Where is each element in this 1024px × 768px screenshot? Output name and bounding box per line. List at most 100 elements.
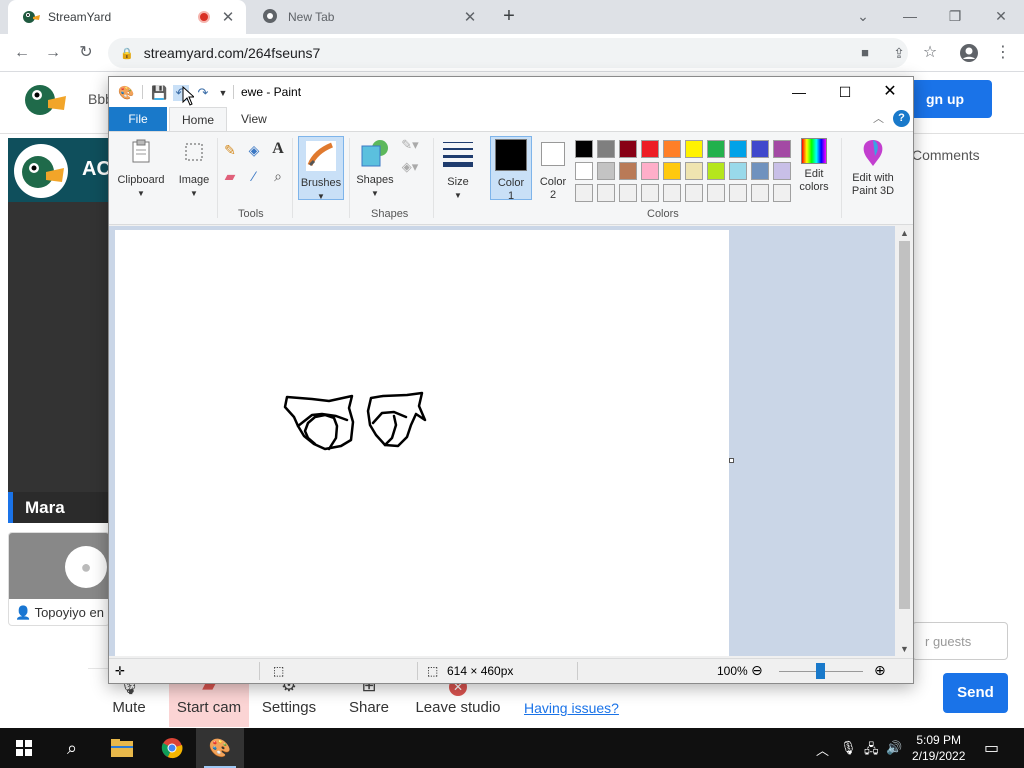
palette-swatch[interactable]	[597, 162, 615, 180]
fill-icon[interactable]: ◈▾	[399, 160, 421, 178]
image-button[interactable]: Image ▼	[173, 136, 215, 206]
windows-start-icon[interactable]	[0, 728, 48, 768]
palette-swatch[interactable]	[773, 140, 791, 158]
tab-comments[interactable]: Comments	[912, 147, 980, 163]
customize-quick-access-icon[interactable]: ▼	[215, 85, 231, 101]
volume-icon[interactable]: 🔊	[886, 740, 902, 756]
edit-with-paint-3d-button[interactable]: Edit with Paint 3D	[845, 136, 901, 200]
text-tool-icon[interactable]: A	[269, 141, 287, 162]
pencil-icon[interactable]: ✎	[221, 143, 239, 162]
maximize-icon[interactable]: ☐	[822, 77, 868, 107]
palette-swatch[interactable]	[729, 140, 747, 158]
sign-up-button[interactable]: gn up free	[902, 80, 992, 145]
vertical-scrollbar[interactable]: ▲ ▼	[896, 226, 913, 656]
canvas-resize-handle[interactable]	[729, 458, 734, 463]
menu-kebab-icon[interactable]: ⋮	[990, 40, 1016, 66]
tab-file[interactable]: File	[109, 107, 167, 131]
palette-swatch[interactable]	[641, 140, 659, 158]
zoom-slider-thumb[interactable]	[816, 663, 825, 679]
back-icon[interactable]: ←	[9, 40, 35, 66]
palette-swatch[interactable]	[575, 162, 593, 180]
tab-streamyard[interactable]: StreamYard ✕	[8, 0, 246, 34]
brushes-button[interactable]: Brushes ▼	[298, 136, 344, 201]
network-icon[interactable]: 🖧	[864, 740, 879, 762]
redo-icon[interactable]: ↷	[195, 85, 211, 101]
palette-swatch[interactable]	[751, 140, 769, 158]
paint-taskbar-icon[interactable]: 🎨	[196, 728, 244, 768]
palette-swatch[interactable]	[685, 184, 703, 202]
fill-bucket-icon[interactable]: ◈	[245, 143, 263, 162]
palette-swatch[interactable]	[619, 140, 637, 158]
restore-icon[interactable]: ❐	[940, 4, 970, 28]
palette-swatch[interactable]	[707, 162, 725, 180]
palette-swatch[interactable]	[663, 162, 681, 180]
eraser-icon[interactable]: ▰	[221, 169, 239, 188]
outline-icon[interactable]: ✎▾	[399, 138, 421, 156]
profile-avatar-icon[interactable]	[956, 40, 982, 66]
edit-colors-button[interactable]: Edit colors	[793, 136, 835, 200]
palette-swatch[interactable]	[641, 184, 659, 202]
palette-swatch[interactable]	[663, 184, 681, 202]
zoom-out-icon[interactable]: ⊖	[751, 662, 763, 679]
palette-swatch[interactable]	[597, 184, 615, 202]
plus-icon[interactable]: +	[498, 5, 520, 27]
save-icon[interactable]: 💾	[151, 85, 167, 101]
palette-swatch[interactable]	[707, 140, 725, 158]
chrome-icon[interactable]	[148, 728, 196, 768]
address-bar[interactable]: 🔒 streamyard.com/264fseuns7	[108, 38, 908, 68]
size-button[interactable]: Size ▼	[439, 136, 477, 202]
bookmark-star-icon[interactable]: ☆	[917, 40, 943, 66]
scroll-down-icon[interactable]: ▼	[896, 642, 913, 656]
palette-swatch[interactable]	[575, 140, 593, 158]
palette-swatch[interactable]	[773, 184, 791, 202]
tab-view[interactable]: View	[229, 107, 279, 131]
scroll-up-icon[interactable]: ▲	[896, 226, 913, 240]
palette-swatch[interactable]	[773, 162, 791, 180]
help-icon[interactable]: ?	[893, 110, 910, 127]
send-button[interactable]: Send	[943, 673, 1008, 713]
palette-swatch[interactable]	[685, 162, 703, 180]
palette-swatch[interactable]	[729, 184, 747, 202]
minimize-icon[interactable]: —	[895, 4, 925, 28]
close-icon[interactable]: ✕	[986, 4, 1016, 28]
guest-card[interactable]: ● 👤 Topoyiyo en	[8, 532, 110, 626]
palette-swatch[interactable]	[575, 184, 593, 202]
palette-swatch[interactable]	[641, 162, 659, 180]
collapse-ribbon-icon[interactable]: ︿	[873, 110, 884, 126]
palette-swatch[interactable]	[707, 184, 725, 202]
shapes-button[interactable]: Shapes ▼	[354, 136, 396, 200]
camera-icon[interactable]: ■	[852, 40, 878, 66]
color2-button[interactable]: Color 2	[534, 136, 572, 201]
palette-swatch[interactable]	[751, 184, 769, 202]
zoom-in-icon[interactable]: ⊕	[874, 662, 886, 679]
having-issues-link[interactable]: Having issues?	[524, 700, 619, 716]
scrollbar-thumb[interactable]	[899, 241, 910, 609]
tab-new-tab[interactable]: New Tab ✕	[248, 0, 488, 34]
palette-swatch[interactable]	[619, 184, 637, 202]
color-picker-icon[interactable]: ⁄	[245, 169, 263, 188]
palette-swatch[interactable]	[597, 140, 615, 158]
share-icon[interactable]: ⇪	[886, 40, 912, 66]
clipboard-button[interactable]: Clipboard ▼	[113, 136, 169, 206]
palette-swatch[interactable]	[663, 140, 681, 158]
palette-swatch[interactable]	[751, 162, 769, 180]
file-explorer-icon[interactable]	[98, 728, 146, 768]
palette-swatch[interactable]	[685, 140, 703, 158]
chevron-down-icon[interactable]: ⌄	[848, 4, 878, 28]
search-icon[interactable]: ⌕	[48, 728, 96, 768]
palette-swatch[interactable]	[619, 162, 637, 180]
microphone-icon[interactable]: 🎙	[840, 740, 857, 756]
magnifier-icon[interactable]: ⌕	[269, 169, 287, 188]
forward-icon[interactable]: →	[40, 40, 66, 66]
close-tab-icon[interactable]: ✕	[220, 8, 236, 26]
palette-swatch[interactable]	[729, 162, 747, 180]
paint-app-icon[interactable]: 🎨	[118, 85, 134, 101]
paint-title-bar[interactable]: 🎨 💾 ↶ ↷ ▼ ewe - Paint — ☐ ✕	[109, 77, 913, 107]
message-guests-input[interactable]: r guests	[912, 622, 1008, 660]
clock[interactable]: 5:09 PM 2/19/2022	[912, 732, 965, 764]
minimize-icon[interactable]: —	[776, 77, 822, 107]
close-tab-icon[interactable]: ✕	[462, 8, 478, 26]
tab-home[interactable]: Home	[169, 107, 228, 131]
chevron-up-icon[interactable]: ︿	[816, 740, 829, 759]
reload-icon[interactable]: ↻	[73, 40, 99, 66]
